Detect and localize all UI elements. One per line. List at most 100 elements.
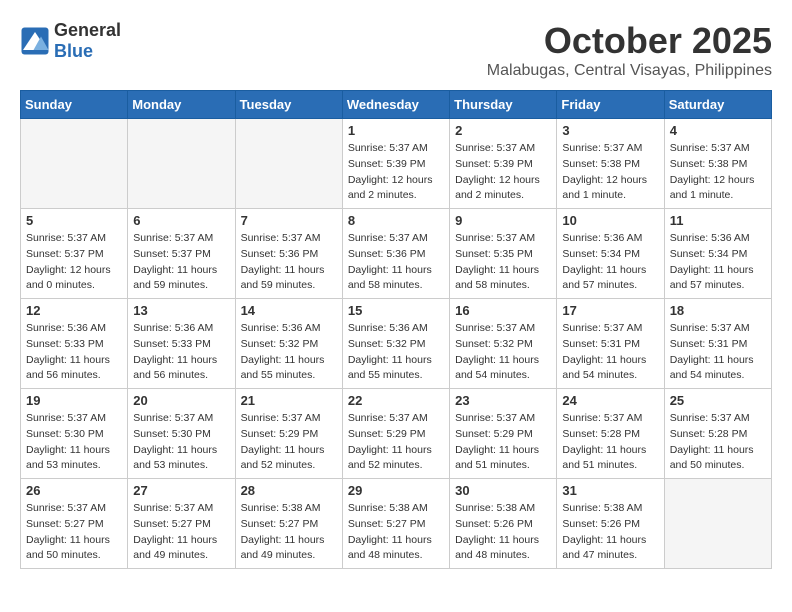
calendar-week-row: 1 Sunrise: 5:37 AMSunset: 5:39 PMDaylight… xyxy=(21,119,772,209)
day-number: 9 xyxy=(455,213,551,228)
day-info: Sunrise: 5:37 AMSunset: 5:37 PMDaylight:… xyxy=(133,231,229,294)
day-info: Sunrise: 5:37 AMSunset: 5:31 PMDaylight:… xyxy=(670,321,766,384)
day-info: Sunrise: 5:36 AMSunset: 5:32 PMDaylight:… xyxy=(348,321,444,384)
calendar-table: SundayMondayTuesdayWednesdayThursdayFrid… xyxy=(20,90,772,569)
day-number: 3 xyxy=(562,123,658,138)
logo-blue: Blue xyxy=(54,41,93,61)
calendar-day-cell: 26 Sunrise: 5:37 AMSunset: 5:27 PMDayligh… xyxy=(21,479,128,569)
weekday-header: Monday xyxy=(128,91,235,119)
calendar-day-cell: 15 Sunrise: 5:36 AMSunset: 5:32 PMDayligh… xyxy=(342,299,449,389)
month-title: October 2025 xyxy=(487,20,772,62)
location-title: Malabugas, Central Visayas, Philippines xyxy=(487,62,772,80)
day-info: Sunrise: 5:37 AMSunset: 5:27 PMDaylight:… xyxy=(133,501,229,564)
day-info: Sunrise: 5:37 AMSunset: 5:39 PMDaylight:… xyxy=(348,141,444,204)
logo-text: General Blue xyxy=(54,20,121,62)
calendar-day-cell: 10Sunrise: 5:36 AMSunset: 5:34 PMDayligh… xyxy=(557,209,664,299)
day-number: 11 xyxy=(670,213,766,228)
day-info: Sunrise: 5:36 AMSunset: 5:32 PMDaylight:… xyxy=(241,321,337,384)
calendar-day-cell: 3 Sunrise: 5:37 AMSunset: 5:38 PMDaylight… xyxy=(557,119,664,209)
day-info: Sunrise: 5:37 AMSunset: 5:29 PMDaylight:… xyxy=(241,411,337,474)
day-number: 20 xyxy=(133,393,229,408)
day-number: 21 xyxy=(241,393,337,408)
calendar-day-cell: 28Sunrise: 5:38 AMSunset: 5:27 PMDayligh… xyxy=(235,479,342,569)
title-area: October 2025 Malabugas, Central Visayas,… xyxy=(487,20,772,80)
day-info: Sunrise: 5:38 AMSunset: 5:26 PMDaylight:… xyxy=(562,501,658,564)
calendar-day-cell: 22Sunrise: 5:37 AMSunset: 5:29 PMDayligh… xyxy=(342,389,449,479)
calendar-day-cell: 17Sunrise: 5:37 AMSunset: 5:31 PMDayligh… xyxy=(557,299,664,389)
calendar-day-cell: 2 Sunrise: 5:37 AMSunset: 5:39 PMDaylight… xyxy=(450,119,557,209)
day-info: Sunrise: 5:37 AMSunset: 5:30 PMDaylight:… xyxy=(133,411,229,474)
day-number: 2 xyxy=(455,123,551,138)
calendar-week-row: 12 Sunrise: 5:36 AMSunset: 5:33 PMDayligh… xyxy=(21,299,772,389)
day-number: 8 xyxy=(348,213,444,228)
day-number: 30 xyxy=(455,483,551,498)
day-number: 16 xyxy=(455,303,551,318)
day-number: 13 xyxy=(133,303,229,318)
calendar-day-cell: 27 Sunrise: 5:37 AMSunset: 5:27 PMDayligh… xyxy=(128,479,235,569)
day-info: Sunrise: 5:37 AMSunset: 5:36 PMDaylight:… xyxy=(348,231,444,294)
day-info: Sunrise: 5:37 AMSunset: 5:39 PMDaylight:… xyxy=(455,141,551,204)
calendar-day-cell xyxy=(21,119,128,209)
day-info: Sunrise: 5:37 AMSunset: 5:38 PMDaylight:… xyxy=(562,141,658,204)
day-number: 23 xyxy=(455,393,551,408)
calendar-day-cell: 20 Sunrise: 5:37 AMSunset: 5:30 PMDayligh… xyxy=(128,389,235,479)
calendar-day-cell: 4Sunrise: 5:37 AMSunset: 5:38 PMDaylight… xyxy=(664,119,771,209)
day-number: 24 xyxy=(562,393,658,408)
calendar-week-row: 26 Sunrise: 5:37 AMSunset: 5:27 PMDayligh… xyxy=(21,479,772,569)
day-info: Sunrise: 5:38 AMSunset: 5:27 PMDaylight:… xyxy=(241,501,337,564)
day-number: 29 xyxy=(348,483,444,498)
weekday-header: Sunday xyxy=(21,91,128,119)
calendar-day-cell: 25 Sunrise: 5:37 AMSunset: 5:28 PMDayligh… xyxy=(664,389,771,479)
calendar-day-cell: 6Sunrise: 5:37 AMSunset: 5:37 PMDaylight… xyxy=(128,209,235,299)
weekday-header: Saturday xyxy=(664,91,771,119)
day-info: Sunrise: 5:37 AMSunset: 5:28 PMDaylight:… xyxy=(562,411,658,474)
calendar-day-cell: 13 Sunrise: 5:36 AMSunset: 5:33 PMDayligh… xyxy=(128,299,235,389)
weekday-header: Friday xyxy=(557,91,664,119)
calendar-day-cell xyxy=(664,479,771,569)
calendar-day-cell: 5 Sunrise: 5:37 AMSunset: 5:37 PMDaylight… xyxy=(21,209,128,299)
calendar-day-cell: 7Sunrise: 5:37 AMSunset: 5:36 PMDaylight… xyxy=(235,209,342,299)
logo-icon xyxy=(20,26,50,56)
day-info: Sunrise: 5:37 AMSunset: 5:27 PMDaylight:… xyxy=(26,501,122,564)
day-number: 12 xyxy=(26,303,122,318)
calendar-day-cell xyxy=(235,119,342,209)
calendar-day-cell: 11 Sunrise: 5:36 AMSunset: 5:34 PMDayligh… xyxy=(664,209,771,299)
day-info: Sunrise: 5:37 AMSunset: 5:37 PMDaylight:… xyxy=(26,231,122,294)
day-info: Sunrise: 5:36 AMSunset: 5:34 PMDaylight:… xyxy=(670,231,766,294)
day-info: Sunrise: 5:37 AMSunset: 5:29 PMDaylight:… xyxy=(455,411,551,474)
day-number: 26 xyxy=(26,483,122,498)
day-info: Sunrise: 5:36 AMSunset: 5:33 PMDaylight:… xyxy=(133,321,229,384)
calendar-day-cell: 24 Sunrise: 5:37 AMSunset: 5:28 PMDayligh… xyxy=(557,389,664,479)
day-number: 7 xyxy=(241,213,337,228)
day-number: 14 xyxy=(241,303,337,318)
day-number: 31 xyxy=(562,483,658,498)
day-number: 25 xyxy=(670,393,766,408)
calendar-day-cell: 1 Sunrise: 5:37 AMSunset: 5:39 PMDaylight… xyxy=(342,119,449,209)
calendar-day-cell: 9 Sunrise: 5:37 AMSunset: 5:35 PMDaylight… xyxy=(450,209,557,299)
calendar-day-cell: 16 Sunrise: 5:37 AMSunset: 5:32 PMDayligh… xyxy=(450,299,557,389)
calendar-week-row: 19Sunrise: 5:37 AMSunset: 5:30 PMDayligh… xyxy=(21,389,772,479)
calendar-day-cell: 12Sunrise: 5:36 AMSunset: 5:33 PMDayligh… xyxy=(21,299,128,389)
calendar-day-cell: 31 Sunrise: 5:38 AMSunset: 5:26 PMDayligh… xyxy=(557,479,664,569)
day-info: Sunrise: 5:37 AMSunset: 5:35 PMDaylight:… xyxy=(455,231,551,294)
calendar-day-cell: 29 Sunrise: 5:38 AMSunset: 5:27 PMDayligh… xyxy=(342,479,449,569)
weekday-header: Wednesday xyxy=(342,91,449,119)
day-info: Sunrise: 5:37 AMSunset: 5:28 PMDaylight:… xyxy=(670,411,766,474)
header: General Blue October 2025 Malabugas, Cen… xyxy=(20,20,772,80)
day-number: 22 xyxy=(348,393,444,408)
calendar-day-cell: 19Sunrise: 5:37 AMSunset: 5:30 PMDayligh… xyxy=(21,389,128,479)
day-number: 5 xyxy=(26,213,122,228)
calendar-header-row: SundayMondayTuesdayWednesdayThursdayFrid… xyxy=(21,91,772,119)
weekday-header: Tuesday xyxy=(235,91,342,119)
day-info: Sunrise: 5:38 AMSunset: 5:27 PMDaylight:… xyxy=(348,501,444,564)
calendar-day-cell: 21 Sunrise: 5:37 AMSunset: 5:29 PMDayligh… xyxy=(235,389,342,479)
day-info: Sunrise: 5:37 AMSunset: 5:32 PMDaylight:… xyxy=(455,321,551,384)
calendar-day-cell: 18 Sunrise: 5:37 AMSunset: 5:31 PMDayligh… xyxy=(664,299,771,389)
weekday-header: Thursday xyxy=(450,91,557,119)
day-number: 18 xyxy=(670,303,766,318)
day-info: Sunrise: 5:37 AMSunset: 5:38 PMDaylight:… xyxy=(670,141,766,204)
day-number: 15 xyxy=(348,303,444,318)
day-number: 27 xyxy=(133,483,229,498)
day-number: 1 xyxy=(348,123,444,138)
day-info: Sunrise: 5:36 AMSunset: 5:34 PMDaylight:… xyxy=(562,231,658,294)
